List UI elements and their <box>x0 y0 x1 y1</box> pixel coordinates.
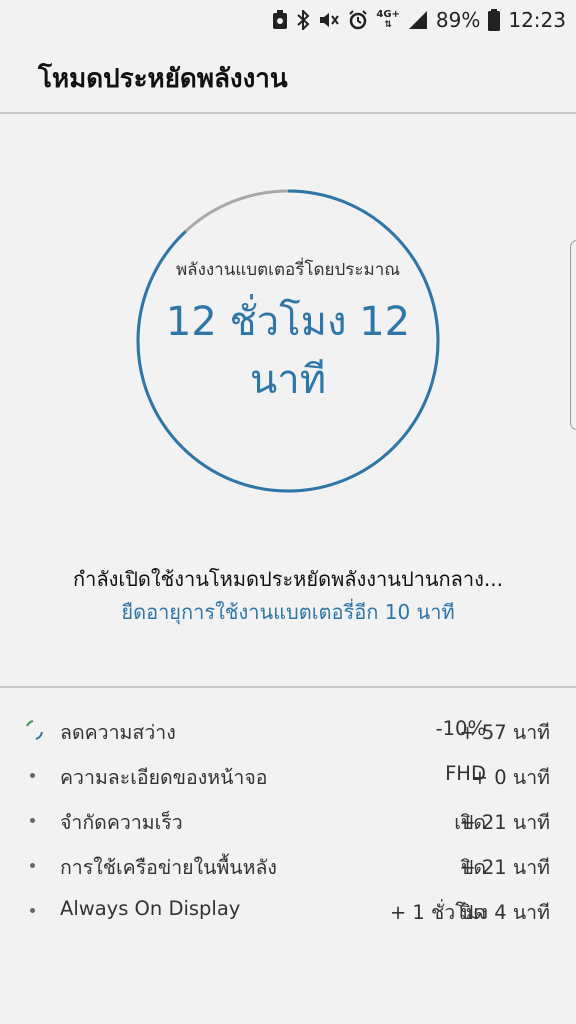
list-item-label: จำกัดความเร็ว <box>60 811 183 834</box>
list-item-always-on-display: Always On Display ปิด + 1 ชั่วโมง 4 นาที <box>0 888 576 933</box>
alarm-icon <box>348 10 368 30</box>
list-item-time: + 0 นาที <box>471 766 550 789</box>
screenshot-icon <box>272 10 288 30</box>
loading-spinner-icon <box>26 720 43 740</box>
battery-estimate-ring: พลังงานแบตเตอรี่โดยประมาณ 12 ชั่วโมง 12 … <box>135 188 441 494</box>
list-item-label: ความละเอียดของหน้าจอ <box>60 766 268 789</box>
network-type-label: 4G+ <box>376 9 400 20</box>
status-bar: 4G+ ⇅ 89% 12:23 <box>0 0 576 40</box>
list-item-time: + 21 นาที <box>459 811 550 834</box>
list-item-label: ลดความสว่าง <box>60 721 176 744</box>
bullet-icon <box>30 818 35 823</box>
bullet-icon <box>30 863 35 868</box>
list-item-time: + 21 นาที <box>459 856 550 879</box>
list-item-background-network: การใช้เครือข่ายในพื้นหลัง ปิด + 21 นาที <box>0 843 576 888</box>
divider <box>0 686 576 688</box>
clock: 12:23 <box>508 8 566 32</box>
estimate-label: พลังงานแบตเตอรี่โดยประมาณ <box>175 259 401 280</box>
edge-panel-handle[interactable] <box>570 240 576 430</box>
page-title: โหมดประหยัดพลังงาน <box>38 64 288 94</box>
title-bar: โหมดประหยัดพลังงาน <box>0 40 576 114</box>
mode-status-text: กำลังเปิดใช้งานโหมดประหยัดพลังงานปานกลาง… <box>73 567 503 591</box>
signal-icon <box>408 10 428 30</box>
mute-icon <box>318 10 340 30</box>
battery-icon <box>488 9 501 31</box>
list-item-time: + 57 นาที <box>459 721 550 744</box>
list-item-label: Always On Display <box>60 897 241 920</box>
bullet-icon <box>30 908 35 913</box>
network-4g-icon: 4G+ ⇅ <box>376 9 400 31</box>
bullet-icon <box>30 773 35 778</box>
list-item-speed-limit: จำกัดความเร็ว เปิด + 21 นาที <box>0 798 576 843</box>
battery-percent: 89% <box>435 8 481 32</box>
mode-extend-text: ยืดอายุการใช้งานแบตเตอรี่อีก 10 นาที <box>121 600 455 624</box>
estimate-value: 12 ชั่วโมง 12 นาที <box>165 298 411 403</box>
list-item-brightness: ลดความสว่าง -10% + 57 นาที <box>0 708 576 753</box>
list-item-label: การใช้เครือข่ายในพื้นหลัง <box>60 856 277 879</box>
list-item-time: + 1 ชั่วโมง 4 นาที <box>389 901 550 924</box>
bluetooth-icon <box>296 10 310 30</box>
list-item-resolution: ความละเอียดของหน้าจอ FHD + 0 นาที <box>0 753 576 798</box>
savings-list: ลดความสว่าง -10% + 57 นาที ความละเอียดขอ… <box>0 708 576 933</box>
